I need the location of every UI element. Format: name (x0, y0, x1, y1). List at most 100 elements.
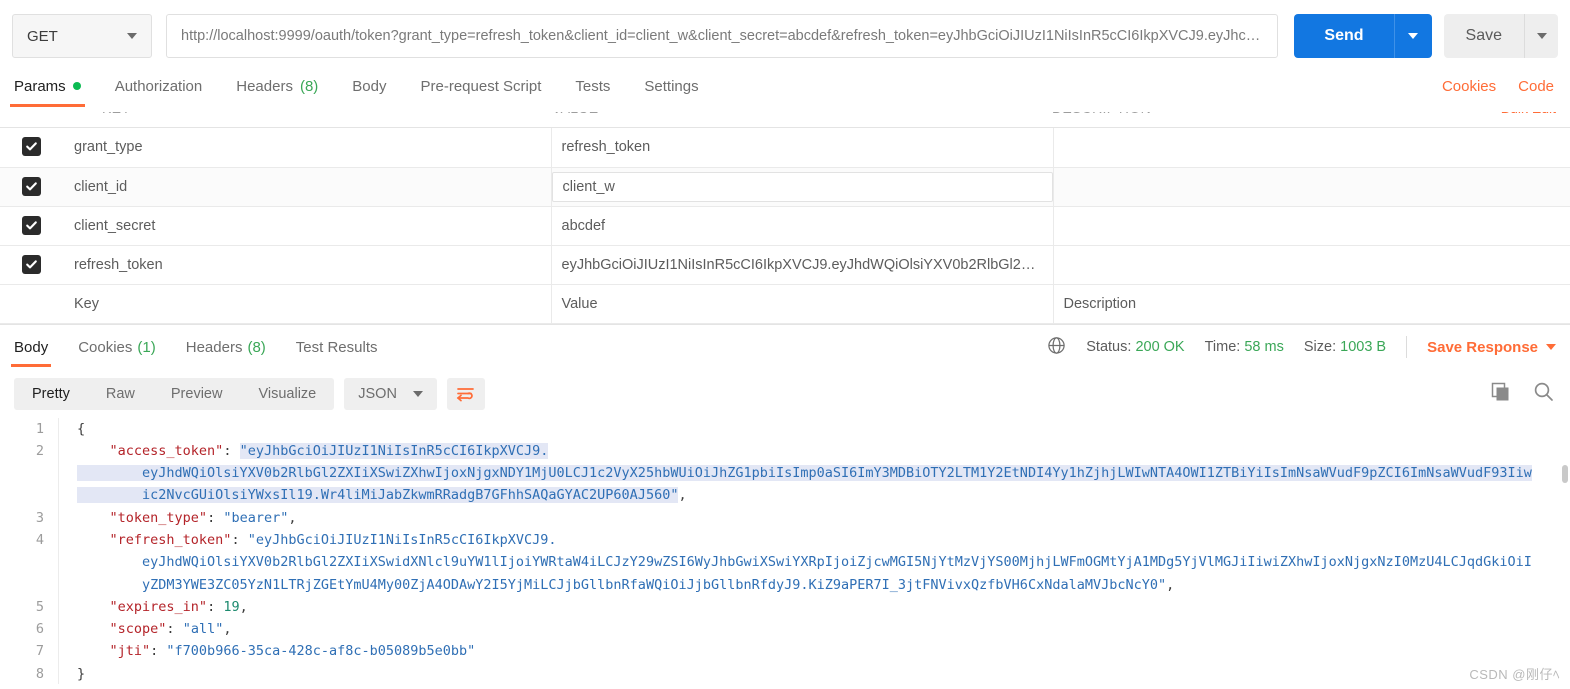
tab-params[interactable]: Params (10, 77, 85, 107)
line-number: 4 (35, 531, 44, 548)
param-key[interactable]: client_id (64, 167, 552, 207)
row-checkbox-cell (0, 284, 64, 324)
table-row[interactable]: refresh_token eyJhbGciOiJIUzI1NiIsInR5cC… (0, 245, 1570, 285)
tab-response-body[interactable]: Body (10, 326, 52, 369)
query-params-section: KEY VALUE DESCRIPTION Bulk Edit grant_ty… (0, 112, 1570, 324)
request-url-input[interactable]: http://localhost:9999/oauth/token?grant_… (166, 14, 1279, 58)
new-param-value-input[interactable]: Value (551, 284, 1054, 324)
param-key[interactable]: grant_type (64, 128, 552, 168)
time-label: Time: (1204, 339, 1241, 355)
param-value[interactable]: refresh_token (551, 128, 1054, 168)
tab-authorization-label: Authorization (114, 77, 203, 95)
code-line: 1{ (0, 417, 1570, 440)
line-number: 7 (35, 643, 44, 660)
save-button[interactable]: Save (1443, 14, 1524, 58)
param-value[interactable]: abcdef (551, 206, 1054, 246)
checkbox-checked-icon[interactable] (22, 215, 41, 235)
tab-headers-label: Headers (236, 77, 293, 95)
code-line-content: "refresh_token": "eyJhbGciOiJIUzI1NiIsIn… (58, 528, 1570, 552)
tab-tests[interactable]: Tests (575, 78, 610, 107)
line-number: 8 (35, 665, 44, 682)
param-value[interactable]: eyJhbGciOiJIUzI1NiIsInR5cCI6IkpXVCJ9.eyJ… (551, 245, 1054, 285)
tab-response-headers[interactable]: Headers (8) (186, 326, 266, 369)
row-checkbox-cell (0, 167, 64, 207)
tab-params-label: Params (14, 77, 66, 95)
param-description[interactable] (1053, 245, 1570, 285)
code-line-content: "jti": "f700b966-35ca-428c-af8c-b05089b5… (58, 640, 1570, 663)
globe-icon (1047, 336, 1066, 359)
row-checkbox-cell (0, 206, 64, 246)
cookies-link[interactable]: Cookies (1442, 78, 1496, 95)
code-line-content: eyJhdWQiOlsiYXV0b2RlbGl2ZXIiXSwiZXhwIjox… (58, 462, 1570, 485)
code-scrollbar[interactable] (1562, 464, 1568, 483)
tab-pre-request-script[interactable]: Pre-request Script (421, 78, 542, 107)
param-value-cell: client_w (551, 167, 1054, 207)
tab-response-cookies-count: (1) (137, 338, 156, 356)
table-row[interactable]: client_id client_w (0, 167, 1570, 207)
wrap-lines-button[interactable] (446, 377, 485, 410)
line-number: 2 (35, 442, 44, 459)
bulk-edit-link[interactable]: Bulk Edit (1501, 112, 1556, 116)
response-body-code[interactable]: 1{2 "access_token": "eyJhbGciOiJIUzI1NiI… (0, 417, 1570, 684)
save-options-button[interactable] (1524, 14, 1558, 58)
size-label: Size: (1303, 339, 1337, 355)
tab-body-label: Body (352, 77, 387, 95)
row-checkbox-cell (0, 128, 64, 168)
code-line-content: "scope": "all", (58, 618, 1570, 641)
tab-response-headers-count: (8) (247, 338, 266, 356)
new-param-description-input[interactable]: Description (1053, 284, 1570, 324)
send-button[interactable]: Send (1294, 14, 1394, 58)
copy-icon[interactable] (1490, 381, 1511, 407)
tab-response-body-label: Body (14, 338, 49, 356)
param-description[interactable] (1053, 128, 1570, 168)
send-options-button[interactable] (1393, 14, 1432, 58)
view-mode-preview[interactable]: Preview (153, 378, 241, 410)
request-url-bar: GET http://localhost:9999/oauth/token?gr… (0, 0, 1570, 72)
code-line-content: ic2NvcGUiOlsiYWxsIl19.Wr4liMiJabZkwmRRad… (58, 484, 1570, 507)
save-response-label: Save Response (1427, 338, 1538, 356)
checkbox-checked-icon[interactable] (22, 254, 41, 274)
param-key[interactable]: client_secret (64, 206, 552, 246)
params-modified-dot-icon (72, 82, 81, 90)
params-table: grant_type refresh_token client_id clien… (0, 128, 1570, 324)
tab-response-cookies[interactable]: Cookies (1) (78, 326, 156, 369)
code-line-continuation: yZDM3YWE3ZC05YzN1LTRjZGEtYmU4My00ZjA4ODA… (0, 573, 1570, 596)
checkbox-checked-icon[interactable] (22, 176, 41, 196)
param-description[interactable] (1053, 206, 1570, 246)
table-row[interactable]: client_secret abcdef (0, 206, 1570, 246)
view-mode-raw[interactable]: Raw (88, 378, 153, 410)
response-format-select[interactable]: JSON (344, 377, 437, 410)
table-row-empty[interactable]: Key Value Description (0, 284, 1570, 324)
table-row[interactable]: grant_type refresh_token (0, 128, 1570, 168)
tab-headers[interactable]: Headers (8) (236, 78, 318, 107)
checkbox-checked-icon[interactable] (22, 137, 41, 157)
new-param-key-input[interactable]: Key (64, 284, 552, 324)
status-badge: Status: 200 OK (1086, 339, 1184, 355)
tab-settings[interactable]: Settings (644, 78, 698, 107)
param-value[interactable]: client_w (551, 171, 1052, 202)
view-mode-visualize[interactable]: Visualize (240, 378, 334, 410)
code-line: 3 "token_type": "bearer", (0, 506, 1570, 529)
code-line-content: "access_token": "eyJhbGciOiJIUzI1NiIsInR… (58, 439, 1570, 463)
tab-response-headers-label: Headers (185, 338, 243, 356)
search-icon[interactable] (1533, 381, 1554, 407)
code-line: 2 "access_token": "eyJhbGciOiJIUzI1NiIsI… (0, 439, 1570, 463)
http-method-select[interactable]: GET (12, 14, 152, 58)
tab-authorization[interactable]: Authorization (115, 78, 203, 107)
row-checkbox-cell (0, 245, 64, 285)
param-key[interactable]: refresh_token (64, 245, 552, 285)
chevron-down-icon (412, 390, 423, 397)
tab-test-results-label: Test Results (295, 338, 378, 356)
tab-tests-label: Tests (575, 77, 611, 95)
view-mode-pretty[interactable]: Pretty (14, 378, 88, 410)
param-description[interactable] (1053, 167, 1570, 207)
tab-body[interactable]: Body (352, 78, 386, 107)
code-line-content: yZDM3YWE3ZC05YzN1LTRjZGEtYmU4My00ZjA4ODA… (58, 573, 1570, 596)
tab-settings-label: Settings (644, 77, 699, 95)
save-response-button[interactable]: Save Response (1427, 339, 1556, 356)
code-link[interactable]: Code (1518, 78, 1554, 95)
divider (1406, 336, 1408, 358)
tab-test-results[interactable]: Test Results (296, 326, 378, 369)
watermark: CSDN @刚仔ﾍ (1469, 667, 1560, 682)
line-number: 3 (35, 509, 44, 526)
